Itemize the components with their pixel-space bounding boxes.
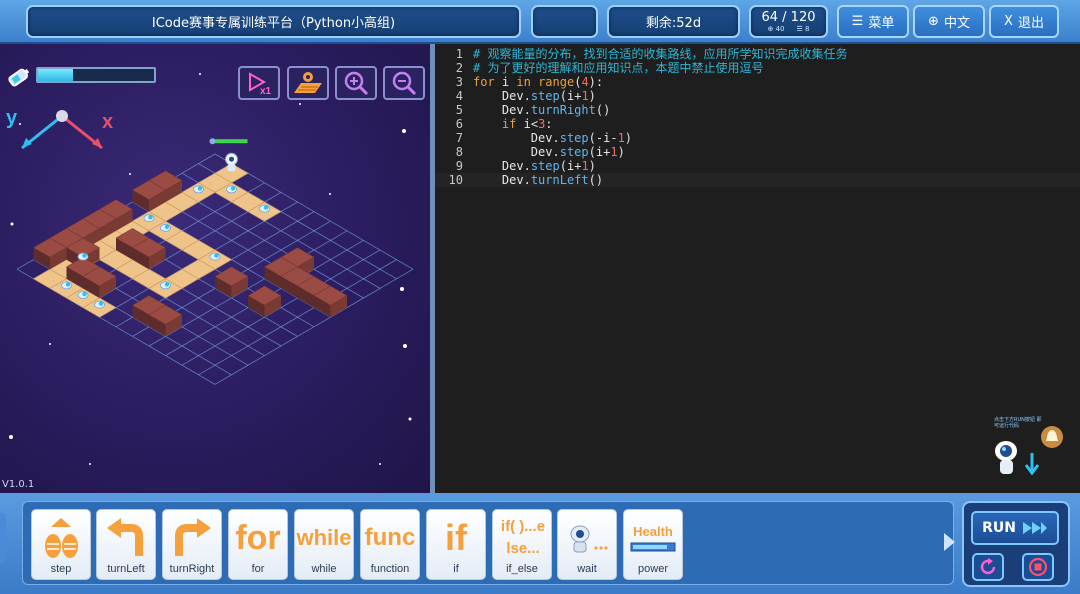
block-wait[interactable]: wait: [557, 509, 617, 580]
code-text: # 观察能量的分布，找到合适的收集路线，应用所学知识完成收集任务: [473, 47, 848, 61]
code-line[interactable]: 1 # 观察能量的分布，找到合适的收集路线，应用所学知识完成收集任务: [435, 47, 1080, 61]
palette-left-tab[interactable]: [0, 513, 6, 563]
block-turnright[interactable]: turnRight: [162, 509, 222, 580]
line-number: 7: [455, 131, 463, 145]
run-panel: RUN: [962, 501, 1070, 587]
line-number: 2: [455, 61, 463, 75]
line-number: 5: [455, 103, 463, 117]
block-step[interactable]: step: [31, 509, 91, 580]
stop-button[interactable]: [1022, 553, 1054, 581]
turn-right-icon: [175, 518, 211, 556]
block-turnleft[interactable]: turnLeft: [96, 509, 156, 580]
code-line[interactable]: 5 Dev.turnRight(): [435, 103, 1080, 117]
code-line[interactable]: 9 Dev.step(i+1): [435, 159, 1080, 173]
robot-hint[interactable]: 点击下方RUN按钮 即可运行代码: [992, 417, 1072, 487]
remaining-days: 剩余:52d: [607, 5, 740, 38]
energy-gem: [164, 282, 170, 287]
robot-mascot-icon: [995, 426, 1063, 476]
language-button[interactable]: ⊕ 中文: [913, 5, 985, 38]
code-line[interactable]: 7 Dev.step(-i-1): [435, 131, 1080, 145]
code-text: if i<3:: [501, 117, 553, 131]
game-board: [16, 138, 414, 385]
refresh-icon: [980, 558, 996, 575]
wait-icon: [570, 525, 608, 553]
line-number: 10: [448, 173, 463, 187]
block-palette: step turnLeft turnRight for for while wh…: [22, 501, 954, 585]
energy-gem: [148, 215, 153, 220]
app-title: ICode赛事专属训练平台（Python小高组): [26, 5, 521, 38]
energy-gem: [82, 253, 87, 258]
code-line[interactable]: 6 if i<3:: [435, 117, 1080, 131]
energy-gem: [65, 282, 71, 287]
block-for[interactable]: for for: [228, 509, 288, 580]
code-text: Dev.step(i+1): [501, 89, 596, 103]
code-line[interactable]: 3 for i in range(4):: [435, 75, 1080, 89]
exit-icon: X: [1004, 14, 1013, 29]
bottom-toolbar: step turnLeft turnRight for for while wh…: [0, 493, 1080, 594]
code-line[interactable]: 2 # 为了更好的理解和应用知识点，本题中禁止使用逗号: [435, 61, 1080, 75]
version-label: V1.0.1: [2, 479, 35, 490]
energy-gem: [230, 186, 236, 191]
code-line[interactable]: 10 Dev.turnLeft(): [435, 173, 1080, 187]
top-bar: ICode赛事专属训练平台（Python小高组) 剩余:52d 64 / 120…: [0, 0, 1080, 44]
code-text: Dev.turnRight(): [501, 103, 611, 117]
turn-left-icon: [107, 518, 143, 556]
stop-icon: [1028, 557, 1048, 577]
code-text: # 为了更好的理解和应用知识点，本题中禁止使用逗号: [473, 61, 764, 75]
for-art: for: [235, 518, 281, 557]
energy-gem: [82, 291, 87, 297]
robot-health-cap: [209, 138, 216, 145]
exit-button[interactable]: X 退出: [989, 5, 1059, 38]
code-text: Dev.step(i+1): [501, 159, 596, 173]
robot-health-bar: [213, 139, 248, 144]
code-text: Dev.step(-i-1): [530, 131, 633, 145]
robot-character: [227, 164, 236, 172]
level-counter: 64 / 120 ⊕ 40 ☰ 8: [749, 5, 828, 38]
block-power[interactable]: Health power: [623, 509, 683, 580]
health-bar-icon: [630, 542, 676, 552]
line-number: 1: [455, 47, 463, 61]
code-editor[interactable]: 1 # 观察能量的分布，找到合适的收集路线，应用所学知识完成收集任务 2 # 为了更好…: [435, 44, 1080, 493]
if-art: if: [445, 517, 467, 558]
stat-a-icon: ⊕: [767, 24, 776, 33]
globe-icon: ⊕: [928, 14, 939, 29]
energy-gem: [164, 224, 170, 229]
func-art: func: [364, 524, 416, 551]
energy-gem: [98, 301, 104, 306]
block-while[interactable]: while while: [294, 509, 354, 580]
energy-gem: [263, 205, 269, 210]
block-if[interactable]: if if: [426, 509, 486, 580]
menu-button[interactable]: ☰ 菜单: [837, 5, 909, 38]
block-if-else[interactable]: if( )...else... if_else: [492, 509, 552, 580]
stat-a: 40: [775, 24, 785, 33]
code-text: Dev.step(i+1): [530, 145, 625, 159]
blank-field: [531, 5, 598, 38]
line-number: 8: [455, 145, 463, 159]
code-text: Dev.turnLeft(): [501, 173, 604, 187]
reset-button[interactable]: [972, 553, 1004, 581]
if-else-art: if( )...else...: [500, 518, 546, 557]
palette-next-arrow-icon[interactable]: [944, 533, 955, 551]
energy-gem: [214, 253, 219, 258]
step-icon: [45, 518, 78, 558]
line-number: 4: [455, 89, 463, 103]
fast-forward-icon: [1022, 522, 1047, 534]
stat-b-icon: ☰: [796, 24, 806, 33]
run-button[interactable]: RUN: [971, 511, 1059, 545]
code-line[interactable]: 8 Dev.step(i+1): [435, 145, 1080, 159]
robot-character: [229, 156, 234, 162]
game-viewport[interactable]: x1 y x V1.0.1: [0, 44, 430, 493]
code-line[interactable]: 4 Dev.step(i+1): [435, 89, 1080, 103]
while-art: while: [296, 525, 352, 550]
level-progress: 64 / 120: [761, 9, 816, 25]
line-number: 9: [455, 159, 463, 173]
line-number: 6: [455, 117, 463, 131]
menu-icon: ☰: [851, 14, 864, 29]
health-art: Health: [633, 524, 673, 539]
code-text: for i in range(4):: [473, 75, 604, 89]
line-number: 3: [455, 75, 463, 89]
stat-b: 8: [805, 24, 810, 33]
energy-gem: [197, 186, 203, 191]
block-function[interactable]: func function: [360, 509, 420, 580]
